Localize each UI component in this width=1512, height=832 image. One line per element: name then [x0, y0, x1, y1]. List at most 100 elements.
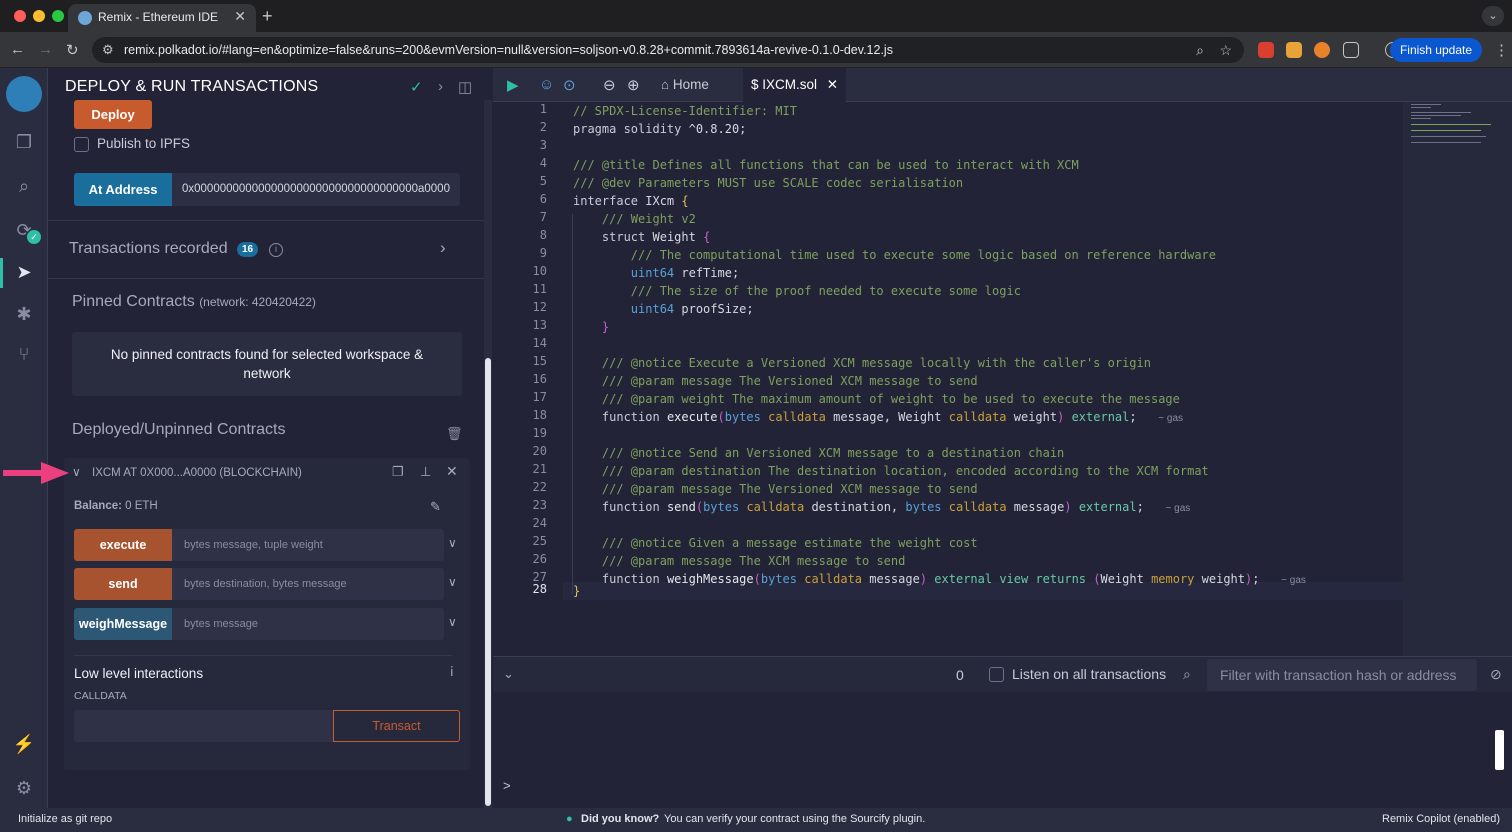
finish-update-button[interactable]: Finish update: [1389, 38, 1482, 62]
browser-toolbar: ← → ↻ ⚙ remix.polkadot.io/#lang=en&optim…: [0, 32, 1512, 68]
search-icon[interactable]: ⌕: [1183, 666, 1191, 683]
debugger-icon[interactable]: ✱: [12, 302, 36, 326]
publish-ipfs-checkbox[interactable]: [74, 137, 89, 152]
calldata-input[interactable]: [74, 710, 334, 742]
extension-icon[interactable]: [1258, 42, 1274, 58]
listen-all-checkbox[interactable]: [989, 667, 1004, 682]
send-input[interactable]: bytes destination, bytes message: [172, 568, 444, 600]
minimize-window-button[interactable]: [33, 10, 45, 22]
zoom-out-icon[interactable]: ⊖: [603, 76, 616, 94]
remix-favicon-icon: [78, 11, 92, 25]
reload-icon[interactable]: ↻: [66, 41, 79, 59]
solidity-file-icon: $: [751, 77, 763, 92]
code-editor[interactable]: 1 2 3 4 5 6 7 8 9 10 11 12 13 14 15 16 17 18 19 20 21 22 23 24 2…: [493, 102, 1403, 656]
new-tab-button[interactable]: +: [262, 6, 273, 27]
forward-icon[interactable]: →: [38, 41, 53, 58]
zoom-icon[interactable]: ⌕: [1196, 37, 1204, 63]
init-git-link[interactable]: Initialize as git repo: [18, 808, 112, 830]
transactions-recorded-title[interactable]: Transactions recorded: [69, 240, 228, 258]
back-icon[interactable]: ←: [10, 41, 25, 58]
copilot-status[interactable]: Remix Copilot (enabled): [1382, 808, 1500, 830]
minimap[interactable]: [1403, 102, 1512, 656]
line-number: 14: [532, 336, 547, 350]
gas-estimate: ~ gas: [1158, 413, 1184, 424]
info-icon[interactable]: i: [269, 243, 283, 257]
run-script-icon[interactable]: ▶: [507, 76, 519, 94]
transact-button[interactable]: Transact: [333, 710, 460, 742]
transaction-filter-input[interactable]: Filter with transaction hash or address: [1207, 659, 1477, 691]
address-bar[interactable]: ⚙ remix.polkadot.io/#lang=en&optimize=fa…: [92, 37, 1244, 63]
git-icon[interactable]: ⑂: [12, 342, 36, 366]
close-window-button[interactable]: [14, 10, 26, 22]
terminal-output[interactable]: >: [493, 692, 1512, 808]
file-explorer-icon[interactable]: ❐: [12, 130, 36, 154]
close-icon[interactable]: ✕: [446, 463, 458, 480]
settings-gear-icon[interactable]: ⚙: [12, 776, 36, 800]
extension-icon[interactable]: [1314, 42, 1330, 58]
chevron-down-icon[interactable]: ∨: [72, 465, 81, 479]
bookmark-star-icon[interactable]: ☆: [1219, 37, 1232, 63]
line-number: 2: [539, 120, 547, 134]
browser-menu-icon[interactable]: ⋮: [1494, 41, 1509, 59]
tab-home[interactable]: ⌂ Home: [653, 68, 717, 102]
chevron-right-icon[interactable]: ›: [440, 238, 446, 258]
at-address-button[interactable]: At Address: [74, 173, 172, 206]
deployed-contracts-title: Deployed/Unpinned Contracts: [72, 421, 286, 438]
weighmessage-input[interactable]: bytes message: [172, 608, 444, 640]
copy-icon[interactable]: ❐: [392, 464, 404, 480]
edit-icon[interactable]: ✎: [430, 499, 441, 515]
zoom-in-icon[interactable]: ⊕: [627, 76, 640, 94]
instance-title[interactable]: IXCM AT 0X000...A0000 (BLOCKCHAIN): [92, 467, 302, 479]
terminal-scrollbar-thumb[interactable]: [1495, 730, 1504, 770]
line-number: 11: [532, 282, 547, 296]
execute-input[interactable]: bytes message, tuple weight: [172, 529, 444, 561]
tab-ixcm-sol[interactable]: $ IXCM.sol ✕: [743, 68, 847, 102]
deploy-button[interactable]: Deploy: [74, 100, 152, 129]
pin-icon[interactable]: ⊥: [420, 464, 431, 480]
line-number: 4: [539, 156, 547, 170]
code-line: /// The size of the proof needed to exec…: [630, 284, 1021, 298]
zoom-window-button[interactable]: [52, 10, 64, 22]
extension-icon[interactable]: [1286, 42, 1302, 58]
line-number: 23: [532, 498, 547, 512]
send-button[interactable]: send: [74, 568, 172, 600]
code-line: uint64 proofSize;: [630, 302, 754, 316]
balance-row: Balance: 0 ETH: [74, 500, 158, 512]
chevron-down-icon[interactable]: ∨: [448, 575, 457, 589]
site-settings-icon[interactable]: ⚙: [102, 37, 114, 63]
deploy-run-panel: DEPLOY & RUN TRANSACTIONS ✓ › ◫ Deploy P…: [48, 68, 484, 808]
line-number: 24: [532, 516, 547, 530]
listen-all-label: Listen on all transactions: [1012, 666, 1167, 682]
plugin-manager-icon[interactable]: ⚡: [12, 732, 36, 756]
toggle-panel-icon[interactable]: ◫: [458, 78, 472, 96]
panel-scrollbar-thumb[interactable]: [485, 358, 491, 806]
line-number: 3: [539, 138, 547, 152]
line-number: 9: [539, 246, 547, 260]
balance-value: 0 ETH: [125, 500, 158, 512]
divider: [48, 220, 484, 221]
search-icon[interactable]: ⌕: [12, 174, 36, 198]
deploy-run-icon[interactable]: ➤: [12, 260, 36, 284]
annotation-arrow-icon: [3, 462, 69, 484]
code-line: /// @dev Parameters MUST use SCALE codec…: [573, 176, 964, 190]
extensions-puzzle-icon[interactable]: [1343, 42, 1359, 58]
close-tab-icon[interactable]: ✕: [827, 77, 838, 92]
no-pinned-line: network: [243, 366, 291, 381]
line-number: 6: [539, 192, 547, 206]
at-address-input[interactable]: 0x00000000000000000000000000000000000a00…: [172, 173, 460, 206]
clear-console-icon[interactable]: ⊘: [1490, 666, 1502, 683]
browser-tab[interactable]: Remix - Ethereum IDE ✕: [68, 4, 256, 32]
remix-logo-icon[interactable]: [6, 76, 42, 112]
chevron-down-icon[interactable]: ∨: [448, 615, 457, 629]
ai-copilot-icon[interactable]: ☺: [539, 76, 554, 93]
tab-search-button[interactable]: ⌄: [1482, 6, 1504, 26]
tab-close-icon[interactable]: ✕: [234, 8, 246, 25]
collapse-terminal-icon[interactable]: ⌄: [503, 666, 514, 682]
execute-button[interactable]: execute: [74, 529, 172, 561]
trash-icon[interactable]: 🗑: [446, 426, 463, 442]
info-icon[interactable]: ⅰ: [450, 664, 454, 680]
weighmessage-button[interactable]: weighMessage: [74, 608, 172, 640]
chevron-right-icon[interactable]: ›: [438, 78, 443, 95]
chevron-down-icon[interactable]: ∨: [448, 536, 457, 550]
copilot-toggle-icon[interactable]: ⊙: [563, 76, 576, 94]
